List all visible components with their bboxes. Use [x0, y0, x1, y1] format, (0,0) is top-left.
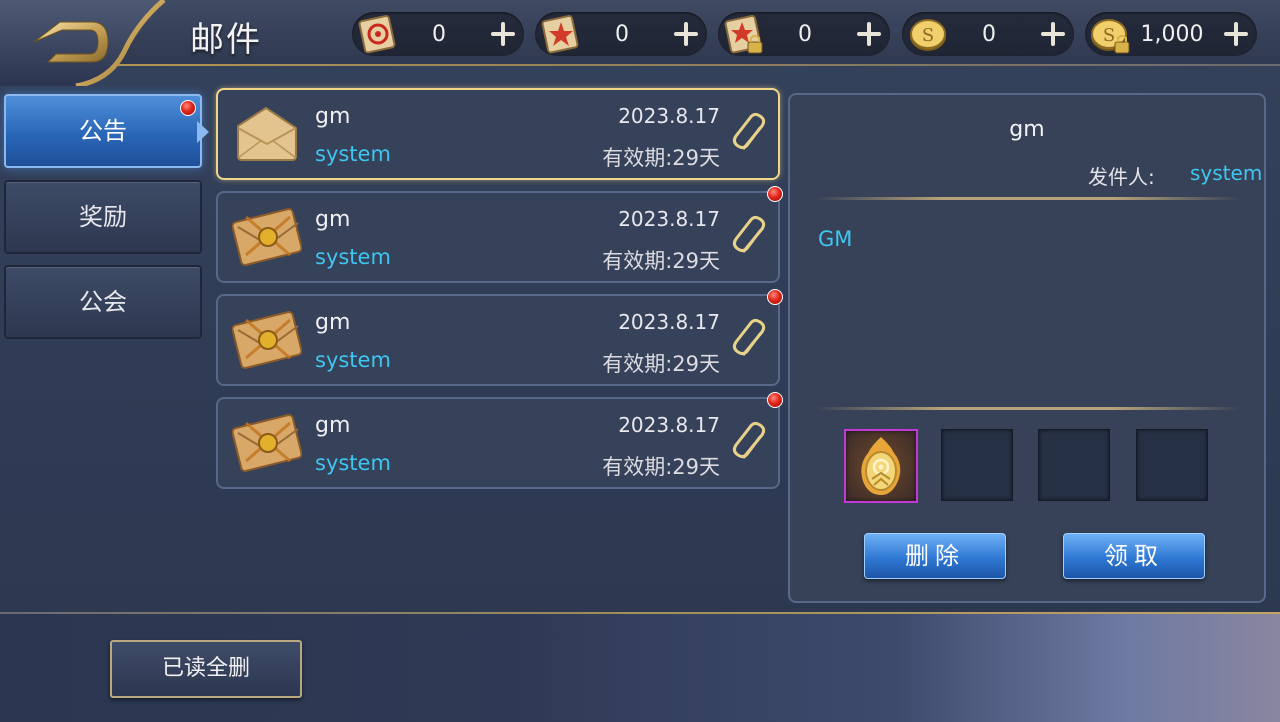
attachment-slot-empty — [941, 429, 1013, 501]
resource-locked-scroll: 0 — [718, 12, 890, 56]
page-title: 邮件 — [190, 20, 262, 60]
mail-sender: gm — [315, 104, 351, 129]
active-tab-pointer — [197, 121, 209, 143]
delete-all-read-button[interactable]: 已读全删 — [110, 640, 302, 698]
tab-label: 公会 — [79, 288, 127, 316]
unread-badge — [767, 186, 783, 202]
gold-coin-icon: S — [910, 19, 946, 51]
resource-value: 0 — [615, 22, 629, 47]
divider — [816, 197, 1240, 200]
mail-sender: gm — [315, 413, 351, 438]
delete-button[interactable]: 删除 — [864, 533, 1006, 579]
attachment-clip-icon — [732, 215, 766, 253]
attachment-clip-icon — [732, 318, 766, 356]
mail-from: system — [315, 245, 391, 269]
mail-expire: 有效期:29天 — [602, 249, 720, 273]
back-arrow-icon — [0, 0, 166, 89]
unread-badge — [767, 289, 783, 305]
resource-value: 0 — [982, 22, 996, 47]
mail-date: 2023.8.17 — [618, 104, 720, 128]
sealed-envelope-icon — [232, 414, 302, 472]
mail-date: 2023.8.17 — [618, 310, 720, 334]
add-resource-button[interactable] — [854, 19, 884, 49]
add-resource-button[interactable] — [488, 19, 518, 49]
star-scroll-icon — [541, 14, 579, 54]
red-scroll-icon — [358, 14, 396, 54]
bottom-bar-divider — [0, 612, 1280, 614]
mail-sender: gm — [315, 207, 351, 232]
attachment-clip-icon — [732, 112, 766, 150]
mail-list-item[interactable]: gm system 2023.8.17 有效期:29天 — [216, 88, 780, 180]
attachment-slot-empty — [1038, 429, 1110, 501]
attachment-slot-empty — [1136, 429, 1208, 501]
resource-value: 1,000 — [1140, 22, 1204, 47]
sender-label: 发件人: — [1088, 165, 1155, 189]
add-resource-button[interactable] — [671, 19, 701, 49]
top-bar-divider — [0, 64, 1280, 66]
resource-star-scroll: 0 — [535, 12, 707, 56]
claim-button[interactable]: 领取 — [1063, 533, 1205, 579]
tab-guild[interactable]: 公会 — [4, 265, 202, 339]
tab-reward[interactable]: 奖励 — [4, 180, 202, 254]
back-button[interactable] — [0, 0, 170, 89]
mail-date: 2023.8.17 — [618, 413, 720, 437]
tab-label: 公告 — [79, 117, 127, 145]
tab-announcement[interactable]: 公告 — [4, 94, 202, 168]
mail-expire: 有效期:29天 — [602, 146, 720, 170]
mail-expire: 有效期:29天 — [602, 455, 720, 479]
mail-from: system — [315, 451, 391, 475]
tab-label: 奖励 — [79, 203, 127, 231]
locked-gold-coin-icon: S — [1091, 19, 1130, 54]
golden-egg-icon — [861, 437, 901, 495]
mail-sender: gm — [315, 310, 351, 335]
mail-from: system — [315, 348, 391, 372]
resource-gold-coin: S 0 — [902, 12, 1074, 56]
divider — [816, 407, 1240, 410]
mail-expire: 有效期:29天 — [602, 352, 720, 376]
mail-from: system — [315, 142, 391, 166]
svg-text:S: S — [1103, 25, 1115, 46]
mail-detail-sender: system — [1190, 161, 1263, 185]
add-resource-button[interactable] — [1221, 19, 1251, 49]
mail-list-item[interactable]: gm system 2023.8.17 有效期:29天 — [216, 294, 780, 386]
add-resource-button[interactable] — [1038, 19, 1068, 49]
sealed-envelope-icon — [232, 311, 302, 369]
locked-scroll-icon — [724, 14, 763, 54]
mail-list-item[interactable]: gm system 2023.8.17 有效期:29天 — [216, 191, 780, 283]
mail-detail-panel: gm 发件人: system GM 删除 领取 — [788, 93, 1266, 603]
unread-badge — [767, 392, 783, 408]
mail-detail-body: GM — [818, 227, 853, 251]
unread-badge — [180, 100, 196, 116]
resource-value: 0 — [432, 22, 446, 47]
svg-text:S: S — [922, 25, 934, 46]
attachment-slot[interactable] — [844, 429, 918, 503]
mail-list-item[interactable]: gm system 2023.8.17 有效期:29天 — [216, 397, 780, 489]
resource-locked-gold-coin: S 1,000 — [1085, 12, 1257, 56]
attachment-clip-icon — [732, 421, 766, 459]
mail-date: 2023.8.17 — [618, 207, 720, 231]
sealed-envelope-icon — [232, 208, 302, 266]
mail-screen: 邮件 0 0 0 S 0 S 1,000 公告 奖励 公会 gm system … — [0, 0, 1280, 722]
mail-detail-title: gm — [1009, 117, 1045, 142]
opened-envelope-icon — [237, 106, 297, 161]
resource-value: 0 — [798, 22, 812, 47]
resource-red-scroll: 0 — [352, 12, 524, 56]
